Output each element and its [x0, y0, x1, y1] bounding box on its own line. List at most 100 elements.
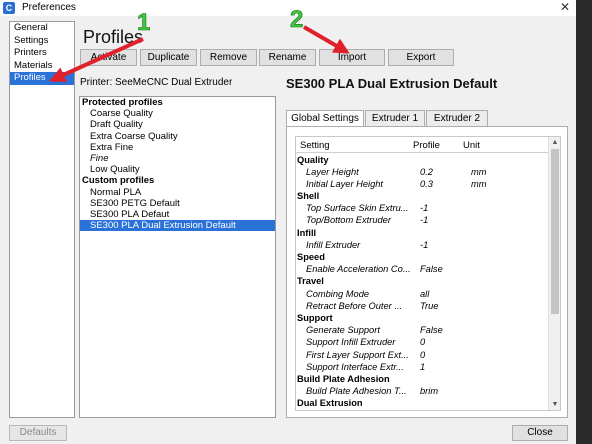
settings-category: Quality [296, 154, 549, 166]
protected-profiles-header: Protected profiles [82, 97, 163, 108]
setting-value: False [420, 325, 443, 336]
profile-list-item[interactable]: SE300 PETG Default [80, 198, 275, 209]
settings-category: Shell [296, 191, 549, 203]
tab-extruder-1[interactable]: Extruder 1 [365, 110, 425, 126]
custom-profiles-header: Custom profiles [82, 175, 155, 187]
settings-category: Build Plate Adhesion [296, 373, 549, 385]
setting-name: Support Infill Extruder [306, 337, 396, 348]
setting-value: -1 [420, 203, 429, 214]
settings-table: Setting Profile Unit Quality Layer Height… [295, 136, 561, 411]
setting-value: brim [420, 386, 439, 397]
setting-value: True [420, 300, 439, 311]
preferences-window: C Preferences ✕ General Settings Printers M… [0, 0, 592, 444]
tab-extruder-2[interactable]: Extruder 2 [426, 110, 488, 126]
settings-row[interactable]: Support Interface Extr... 1 [296, 361, 549, 373]
setting-value: 0.3 [420, 178, 433, 189]
sidebar-item-general[interactable]: General [10, 22, 74, 35]
profile-list-item[interactable]: Draft Quality [80, 119, 275, 130]
setting-name: First Layer Support Ext... [306, 349, 409, 360]
sidebar: General Settings Printers Materials Profiles [9, 21, 75, 418]
setting-value: 0.2 [420, 166, 433, 177]
app-icon: C [3, 2, 15, 14]
setting-value: 0 [420, 349, 426, 360]
printer-label: Printer: SeeMeCNC Dual Extruder [80, 77, 233, 88]
category-label: Quality [297, 154, 329, 165]
settings-row[interactable]: Build Plate Adhesion T... brim [296, 386, 549, 398]
setting-name: Retract Before Outer ... [306, 300, 403, 311]
settings-row[interactable]: Infill Extruder -1 [296, 239, 549, 251]
defaults-button[interactable]: Defaults [9, 425, 67, 441]
setting-name: Top/Bottom Extruder [306, 215, 391, 226]
rename-button[interactable]: Rename [259, 49, 316, 66]
export-button[interactable]: Export [388, 49, 454, 66]
setting-name: Enable Acceleration Co... [306, 264, 411, 275]
setting-value: 0 [420, 337, 426, 348]
setting-name: Build Plate Adhesion T... [306, 386, 407, 397]
setting-value: -1 [420, 215, 429, 226]
settings-row[interactable]: Support Infill Extruder 0 [296, 337, 549, 349]
settings-category: Dual Extrusion [296, 398, 549, 410]
settings-category: Speed [296, 252, 549, 264]
profile-list-item[interactable]: Extra Coarse Quality [80, 131, 275, 142]
activate-button[interactable]: Activate [80, 49, 137, 66]
scroll-up-icon[interactable]: ▲ [549, 137, 560, 148]
sidebar-item-settings[interactable]: Settings [10, 35, 74, 48]
profile-list-item[interactable]: Fine [80, 153, 275, 164]
profile-list-item[interactable]: Extra Fine [80, 142, 275, 153]
profile-list-item[interactable]: SE300 PLA Dual Extrusion Default [80, 220, 275, 232]
title-bar: C Preferences ✕ [0, 0, 576, 16]
sidebar-item-materials[interactable]: Materials [10, 60, 74, 73]
settings-row[interactable]: Enable Acceleration Co... False [296, 264, 549, 276]
settings-category: Infill [296, 227, 549, 239]
profile-list-item[interactable]: SE300 PLA Defaut [80, 209, 275, 220]
setting-unit: mm [471, 178, 487, 189]
profile-list-item[interactable]: Low Quality [80, 164, 275, 175]
profile-title: SE300 PLA Dual Extrusion Default [286, 76, 498, 91]
sidebar-item-printers[interactable]: Printers [10, 47, 74, 60]
profile-list: Protected profiles Coarse Quality Draft Qu… [79, 96, 276, 418]
column-setting[interactable]: Setting [300, 140, 330, 151]
settings-table-body: Quality Layer Height 0.2 mm Initial Layer He… [296, 154, 549, 410]
setting-name: Support Interface Extr... [306, 361, 404, 372]
setting-value: 1 [420, 361, 426, 372]
setting-value: -1 [420, 239, 429, 250]
settings-category: Travel [296, 276, 549, 288]
column-profile[interactable]: Profile [413, 140, 440, 151]
remove-button[interactable]: Remove [200, 49, 257, 66]
settings-row[interactable]: Retract Before Outer ... True [296, 300, 549, 312]
close-button[interactable]: Close [512, 425, 568, 441]
category-label: Shell [297, 191, 320, 202]
setting-value: all [420, 288, 430, 299]
settings-scrollbar[interactable]: ▲ ▼ [548, 137, 560, 410]
setting-name: Initial Layer Height [306, 178, 383, 189]
profile-list-item[interactable]: Coarse Quality [80, 108, 275, 119]
settings-category: Support [296, 312, 549, 324]
tab-global-settings[interactable]: Global Settings [286, 110, 364, 127]
setting-name: Generate Support [306, 325, 380, 336]
import-button[interactable]: Import [319, 49, 385, 66]
settings-row[interactable]: Layer Height 0.2 mm [296, 166, 549, 178]
settings-row[interactable]: First Layer Support Ext... 0 [296, 349, 549, 361]
settings-row[interactable]: Top Surface Skin Extru... -1 [296, 203, 549, 215]
window-title: Preferences [22, 2, 76, 13]
settings-row[interactable]: Top/Bottom Extruder -1 [296, 215, 549, 227]
settings-table-header: Setting Profile Unit [296, 137, 549, 153]
category-label: Infill [297, 227, 317, 238]
setting-name: Combing Mode [306, 288, 370, 299]
category-label: Dual Extrusion [297, 398, 363, 409]
scrollbar-thumb[interactable] [551, 149, 559, 314]
sidebar-item-profiles[interactable]: Profiles [10, 72, 74, 85]
column-unit[interactable]: Unit [463, 140, 480, 151]
profile-list-item[interactable]: Normal PLA [80, 187, 275, 198]
settings-row[interactable]: Generate Support False [296, 325, 549, 337]
settings-row[interactable]: Combing Mode all [296, 288, 549, 300]
setting-name: Infill Extruder [306, 239, 361, 250]
category-label: Travel [297, 276, 324, 287]
page-title: Profiles [83, 27, 144, 47]
close-icon[interactable]: ✕ [560, 0, 570, 14]
settings-row[interactable]: Initial Layer Height 0.3 mm [296, 178, 549, 190]
background-strip [576, 0, 592, 444]
scroll-down-icon[interactable]: ▼ [549, 399, 560, 410]
duplicate-button[interactable]: Duplicate [140, 49, 197, 66]
setting-name: Layer Height [306, 166, 359, 177]
